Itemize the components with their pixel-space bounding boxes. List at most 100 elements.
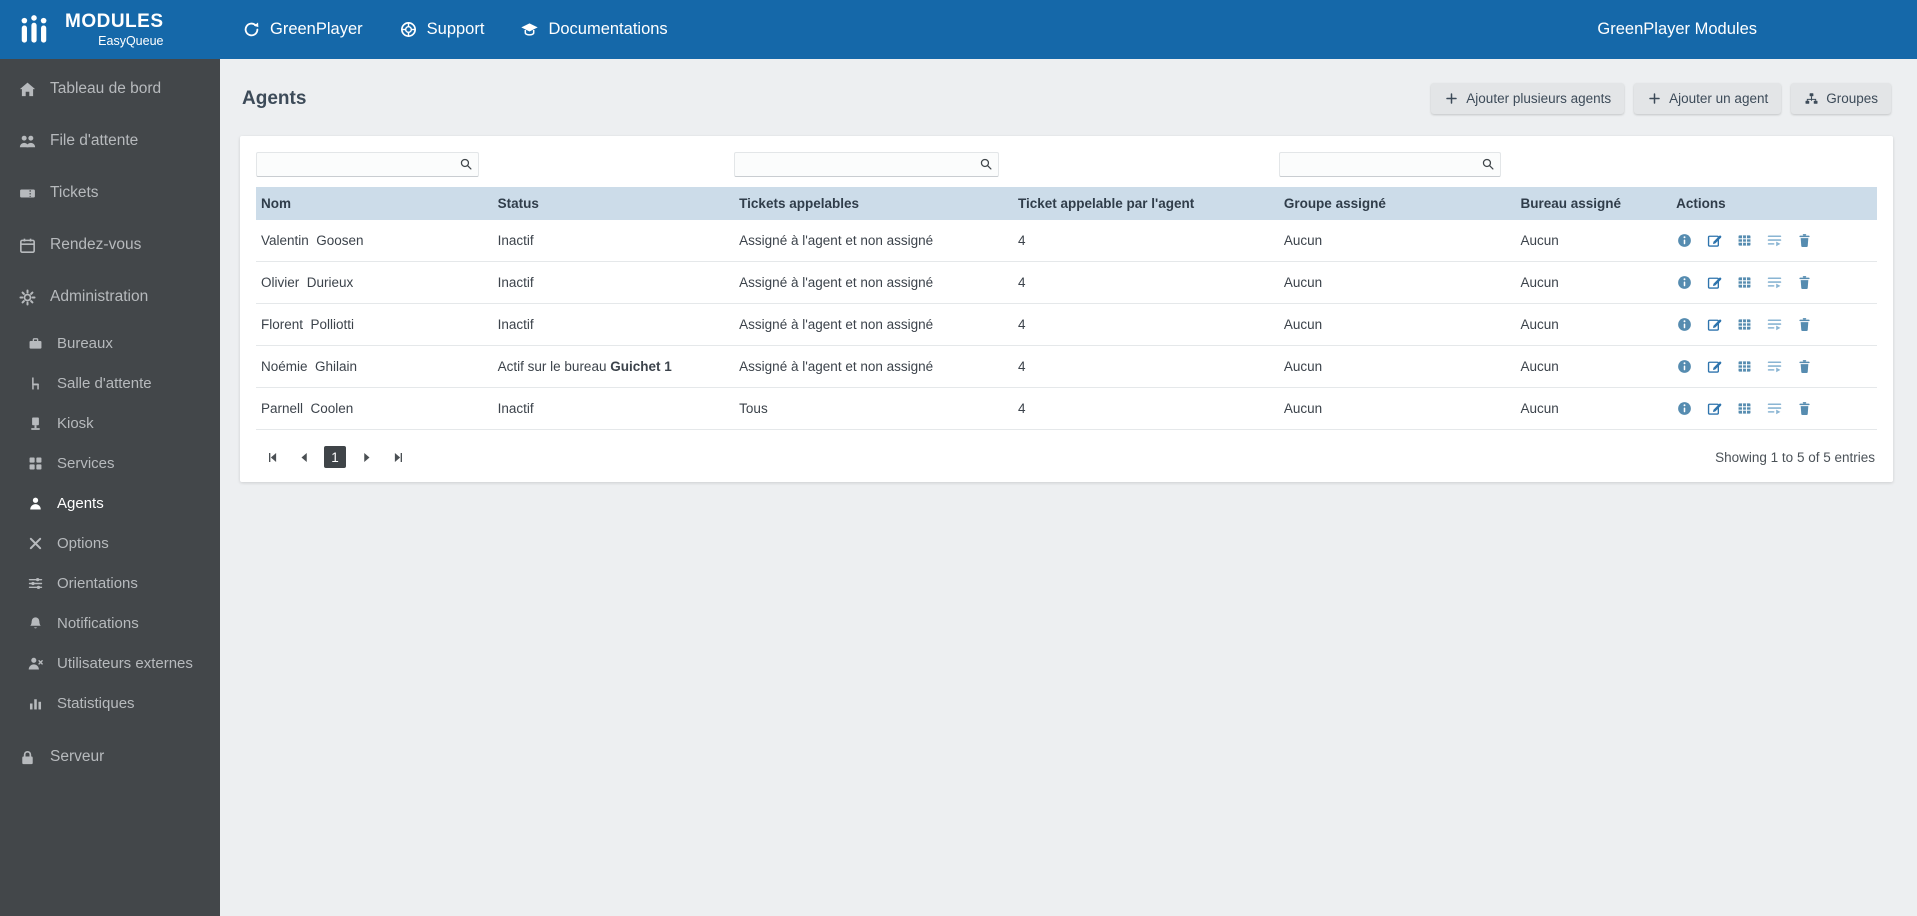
sidebar-item-statistiques[interactable]: Statistiques (0, 683, 220, 723)
delete-button[interactable] (1796, 316, 1813, 333)
playlist-button[interactable] (1766, 316, 1783, 333)
sidebar-item-serveur[interactable]: Serveur (0, 731, 220, 783)
next-page-icon (359, 450, 374, 465)
calendar-icon (18, 236, 37, 255)
sidebar-item-file-dattente[interactable]: File d'attente (0, 115, 220, 167)
table-row: Olivier Durieux Inactif Assigné à l'agen… (256, 261, 1877, 304)
search-box-nom (256, 152, 479, 177)
info-button[interactable] (1676, 400, 1693, 417)
table-grid-icon (1736, 400, 1753, 417)
add-multiple-agents-button[interactable]: Ajouter plusieurs agents (1431, 83, 1625, 114)
sidebar-item-notifications[interactable]: Notifications (0, 603, 220, 643)
delete-button[interactable] (1796, 400, 1813, 417)
info-icon (1676, 358, 1693, 375)
sidebar-item-rendez-vous[interactable]: Rendez-vous (0, 219, 220, 271)
info-button[interactable] (1676, 232, 1693, 249)
sidebar-item-orientations[interactable]: Orientations (0, 563, 220, 603)
sidebar-item-options[interactable]: Options (0, 523, 220, 563)
next-page-button[interactable] (355, 446, 377, 468)
table-row: Valentin Goosen Inactif Assigné à l'agen… (256, 220, 1877, 262)
delete-button[interactable] (1796, 358, 1813, 375)
edit-button[interactable] (1706, 358, 1723, 375)
cell-tickets-appelables: Assigné à l'agent et non assigné (734, 261, 1013, 304)
sidebar-item-bureaux[interactable]: Bureaux (0, 323, 220, 363)
playlist-button[interactable] (1766, 358, 1783, 375)
circular-arrow-icon (242, 20, 261, 39)
cell-ticket-par-agent: 4 (1012, 303, 1279, 346)
first-page-button[interactable] (262, 446, 284, 468)
gear-icon (18, 288, 37, 307)
agents-table-card: Nom Status Tickets appelables Ticket app… (240, 136, 1893, 482)
grid-button[interactable] (1736, 358, 1753, 375)
playlist-button[interactable] (1766, 232, 1783, 249)
search-box-groupe-assigne (1278, 152, 1502, 177)
sidebar-item-tickets[interactable]: Tickets (0, 167, 220, 219)
sidebar-item-administration[interactable]: Administration (0, 271, 220, 323)
info-icon (1676, 400, 1693, 417)
column-header-bureau-assigne[interactable]: Bureau assigné (1515, 187, 1672, 220)
column-header-actions: Actions (1671, 187, 1877, 220)
nav-greenplayer[interactable]: GreenPlayer (242, 20, 363, 39)
status-text: Inactif (497, 275, 534, 290)
sidebar-item-label: Services (57, 454, 115, 472)
column-header-nom[interactable]: Nom (256, 187, 493, 220)
column-header-ticket-appelable-par-agent[interactable]: Ticket appelable par l'agent (1012, 187, 1279, 220)
page-1-button[interactable]: 1 (324, 446, 346, 468)
column-header-groupe-assigne[interactable]: Groupe assigné (1278, 187, 1516, 220)
status-text: Actif sur le bureau (497, 359, 611, 374)
row-actions (1676, 274, 1869, 291)
add-agent-button[interactable]: Ajouter un agent (1634, 83, 1782, 114)
brand-subtitle: EasyQueue (98, 34, 164, 48)
cell-nom: Florent Polliotti (256, 303, 493, 346)
briefcase-icon (27, 335, 44, 352)
lock-icon (18, 748, 37, 767)
plus-icon (1647, 91, 1662, 106)
delete-button[interactable] (1796, 232, 1813, 249)
grid-button[interactable] (1736, 400, 1753, 417)
grid-icon (27, 455, 44, 472)
topbar-right-title: GreenPlayer Modules (1597, 20, 1757, 38)
sidebar-item-tableau-de-bord[interactable]: Tableau de bord (0, 63, 220, 115)
nav-label: Documentations (548, 20, 668, 38)
filter-row (256, 152, 1877, 187)
grid-button[interactable] (1736, 316, 1753, 333)
cell-groupe-assigne: Aucun (1278, 345, 1516, 388)
last-page-button[interactable] (386, 446, 408, 468)
sidebar-item-utilisateurs-externes[interactable]: Utilisateurs externes (0, 643, 220, 683)
previous-page-button[interactable] (293, 446, 315, 468)
sidebar-item-salle-dattente[interactable]: Salle d'attente (0, 363, 220, 403)
edit-button[interactable] (1706, 232, 1723, 249)
sidebar-item-agents[interactable]: Agents (0, 483, 220, 523)
info-button[interactable] (1676, 274, 1693, 291)
column-header-tickets-appelables[interactable]: Tickets appelables (734, 187, 1013, 220)
cell-tickets-appelables: Assigné à l'agent et non assigné (734, 220, 1013, 262)
cell-status: Actif sur le bureau Guichet 1 (492, 345, 735, 388)
playlist-add-icon (1766, 358, 1783, 375)
groups-button[interactable]: Groupes (1791, 83, 1891, 114)
cell-nom: Noémie Ghilain (256, 345, 493, 388)
edit-button[interactable] (1706, 316, 1723, 333)
cell-tickets-appelables: Assigné à l'agent et non assigné (734, 303, 1013, 346)
nav-documentations[interactable]: Documentations (520, 20, 668, 39)
button-label: Groupes (1826, 91, 1878, 106)
sidebar-item-label: Agents (57, 494, 104, 512)
edit-button[interactable] (1706, 400, 1723, 417)
grid-button[interactable] (1736, 232, 1753, 249)
edit-button[interactable] (1706, 274, 1723, 291)
sidebar-item-kiosk[interactable]: Kiosk (0, 403, 220, 443)
grid-button[interactable] (1736, 274, 1753, 291)
search-input-nom[interactable] (256, 152, 479, 177)
delete-button[interactable] (1796, 274, 1813, 291)
playlist-button[interactable] (1766, 400, 1783, 417)
sidebar-item-label: Rendez-vous (50, 236, 142, 253)
playlist-button[interactable] (1766, 274, 1783, 291)
sidebar-item-services[interactable]: Services (0, 443, 220, 483)
search-input-groupe-assigne[interactable] (1278, 152, 1502, 177)
search-icon (1481, 157, 1495, 171)
info-button[interactable] (1676, 316, 1693, 333)
nav-support[interactable]: Support (399, 20, 484, 39)
info-button[interactable] (1676, 358, 1693, 375)
column-header-status[interactable]: Status (492, 187, 735, 220)
brand[interactable]: MODULES EasyQueue (0, 11, 220, 48)
search-input-tickets-appelables[interactable] (734, 152, 999, 177)
